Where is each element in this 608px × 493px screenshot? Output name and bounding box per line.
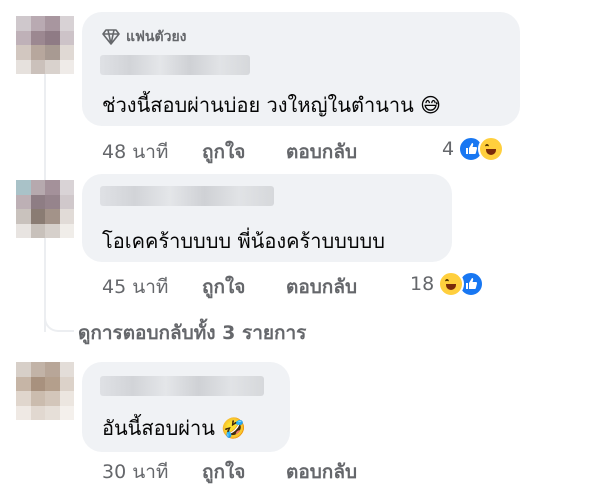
view-replies-link[interactable]: ดูการตอบกลับทั้ง 3 รายการ [78,318,306,348]
commenter-name[interactable] [100,376,264,396]
reaction-count: 4 [442,138,455,160]
top-fan-badge: แฟนตัวยง [102,26,187,48]
commenter-name[interactable] [100,186,274,206]
timestamp[interactable]: 30 นาที [102,457,202,487]
comment-text: ช่วงนี้สอบผ่านบ่อย วงใหญ่ในตำนาน 😅 [102,93,441,117]
reaction-summary[interactable]: 18 [410,271,485,297]
reply-button[interactable]: ตอบกลับ [286,137,357,167]
like-button[interactable]: ถูกใจ [202,272,286,302]
avatar[interactable] [16,180,74,238]
comment-meta: 48 นาที ถูกใจ ตอบกลับ [102,137,357,167]
like-button[interactable]: ถูกใจ [202,457,286,487]
comment-text: อันนี้สอบผ่าน 🤣 [102,416,247,440]
badge-label: แฟนตัวยง [126,29,187,45]
avatar[interactable] [16,362,74,420]
timestamp[interactable]: 48 นาที [102,137,202,167]
reaction-count: 18 [410,273,435,295]
haha-reaction-icon [438,271,465,297]
comment-text: โอเคคร้าบบบบ พี่น้องคร้าบบบบบ [102,229,385,253]
rofl-emoji: 🤣 [221,416,247,440]
reaction-summary[interactable]: 4 [442,136,505,162]
comment-meta: 30 นาที ถูกใจ ตอบกลับ [102,457,357,487]
diamond-icon [102,29,120,45]
reply-button[interactable]: ตอบกลับ [286,272,357,302]
timestamp[interactable]: 45 นาที [102,272,202,302]
sweat-smile-emoji: 😅 [420,93,441,117]
avatar[interactable] [16,16,74,74]
haha-reaction-icon [478,136,505,162]
comment-meta: 45 นาที ถูกใจ ตอบกลับ [102,272,357,302]
like-button[interactable]: ถูกใจ [202,137,286,167]
reply-button[interactable]: ตอบกลับ [286,457,357,487]
commenter-name[interactable] [100,55,250,75]
thread-connector [44,300,74,332]
